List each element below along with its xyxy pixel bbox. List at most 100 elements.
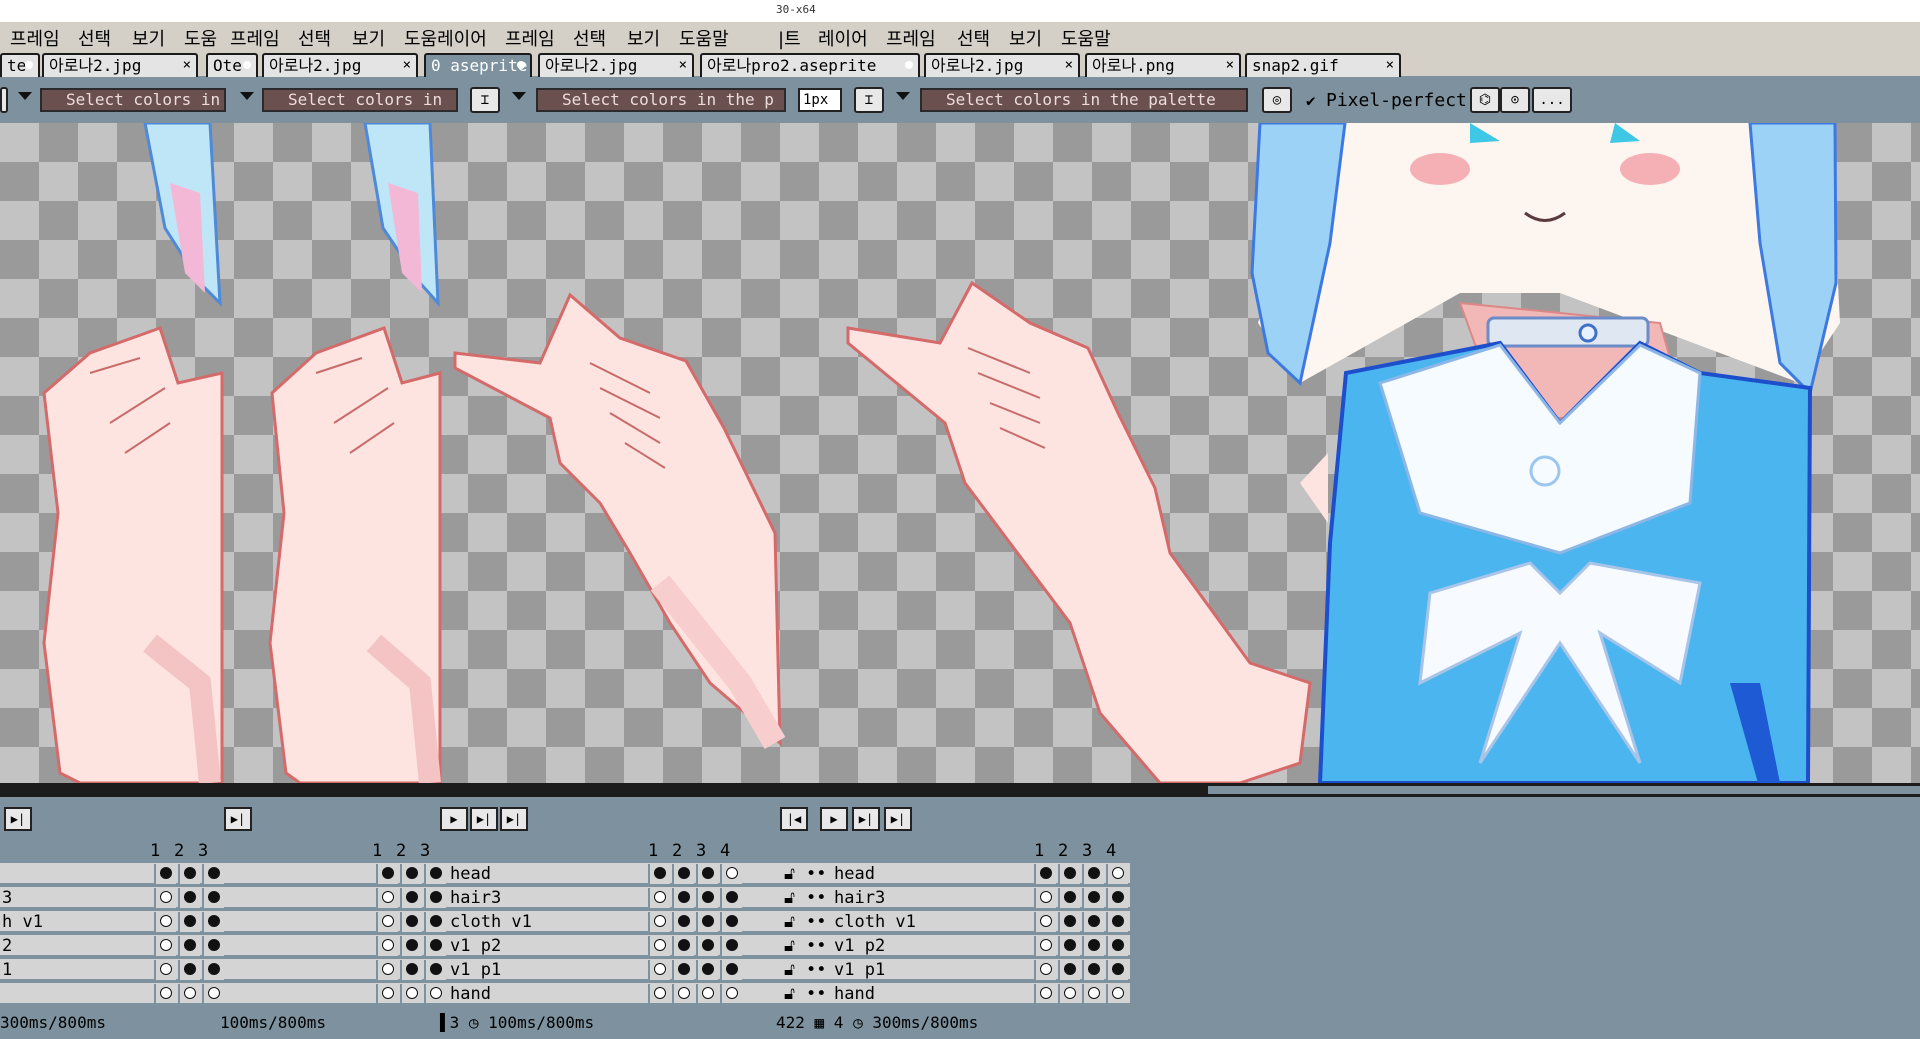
canvas-horizontal-scrollbar[interactable] [0, 783, 1920, 797]
cel-cell[interactable] [376, 960, 398, 980]
frame-number-header[interactable]: 2 [1058, 841, 1068, 861]
lock-icon[interactable]: 🔓︎ [784, 863, 795, 885]
close-icon[interactable]: × [403, 55, 411, 76]
cel-cell[interactable] [376, 912, 398, 932]
cel-cell[interactable] [1106, 936, 1128, 956]
cel-cell[interactable] [672, 936, 694, 956]
cel-cell[interactable] [424, 936, 446, 956]
cel-cell[interactable] [1058, 960, 1080, 980]
toolbar-left-edge-button[interactable] [0, 87, 8, 113]
color-selection-dropdown[interactable]: Select colors in [40, 88, 226, 112]
close-icon[interactable]: × [1226, 55, 1234, 76]
cel-cell[interactable] [1058, 912, 1080, 932]
cel-cell[interactable] [202, 960, 224, 980]
cel-cell[interactable] [178, 864, 200, 884]
cel-cell[interactable] [1034, 984, 1056, 1004]
cel-cell[interactable] [1106, 888, 1128, 908]
stamp-icon[interactable]: ⌶ [854, 87, 884, 113]
close-icon[interactable]: × [1386, 55, 1394, 76]
cel-cell[interactable] [1082, 888, 1104, 908]
cel-cell[interactable] [696, 984, 718, 1004]
color-selection-dropdown[interactable]: Select colors in the palette [920, 88, 1248, 112]
layer-row[interactable]: 2 v1 p2 v1 p2 🔓︎ •• [0, 935, 1130, 957]
cel-cell[interactable] [1106, 984, 1128, 1004]
cel-cell[interactable] [424, 960, 446, 980]
cel-cell[interactable] [376, 984, 398, 1004]
cel-cell[interactable] [1058, 984, 1080, 1004]
menu-item[interactable]: 프레임 [886, 25, 936, 51]
more-options-button[interactable]: ... [1532, 87, 1572, 113]
file-tab[interactable]: 아로나2.jpg × [42, 53, 198, 77]
cel-cell[interactable] [648, 984, 670, 1004]
frame-number-header[interactable]: 4 [1106, 841, 1116, 861]
cel-cell[interactable] [376, 936, 398, 956]
cel-cell[interactable] [376, 888, 398, 908]
cel-cell[interactable] [720, 864, 742, 884]
menu-item[interactable]: 보기 [132, 25, 165, 51]
first-frame-icon[interactable]: |◀ [780, 807, 808, 831]
cel-cell[interactable] [696, 936, 718, 956]
wrap-icon[interactable]: ⊙ [1500, 87, 1530, 113]
symmetry-icon[interactable]: ⌬ [1470, 87, 1500, 113]
menu-item[interactable]: 프레임 [505, 25, 555, 51]
menu-item[interactable]: 프레임 [10, 25, 60, 51]
cel-cell[interactable] [648, 864, 670, 884]
cel-cell[interactable] [672, 864, 694, 884]
cel-cell[interactable] [400, 960, 422, 980]
menu-item[interactable]: 도움말 [679, 25, 729, 51]
menu-item[interactable]: 프레임 [230, 25, 280, 51]
layer-row[interactable]: 1 v1 p1 v1 p1 🔓︎ •• [0, 959, 1130, 981]
cel-cell[interactable] [178, 912, 200, 932]
frame-number-header[interactable]: 2 [174, 841, 184, 861]
cel-cell[interactable] [202, 864, 224, 884]
layer-row[interactable]: head head 🔓︎ •• [0, 863, 1130, 885]
cel-cell[interactable] [202, 888, 224, 908]
next-frame-end-icon[interactable]: ▶| [4, 807, 32, 831]
cel-cell[interactable] [400, 936, 422, 956]
cel-cell[interactable] [154, 960, 176, 980]
menu-item[interactable]: 도움말 [1061, 25, 1111, 51]
close-icon[interactable]: × [183, 55, 191, 76]
close-icon[interactable]: × [679, 55, 687, 76]
file-tab[interactable]: te [0, 53, 40, 77]
frame-number-header[interactable]: 2 [672, 841, 682, 861]
color-selection-dropdown[interactable]: Select colors in the p [536, 88, 786, 112]
chevron-down-icon[interactable] [240, 92, 254, 100]
next-frame-icon[interactable]: ▶| [852, 807, 880, 831]
cel-cell[interactable] [424, 984, 446, 1004]
cel-cell[interactable] [720, 936, 742, 956]
menu-item[interactable]: 선택 [78, 25, 111, 51]
menu-item[interactable]: 도움레이어 [404, 25, 487, 51]
frame-number-header[interactable]: 3 [420, 841, 430, 861]
cel-cell[interactable] [696, 888, 718, 908]
frame-number-header[interactable]: 1 [150, 841, 160, 861]
frame-number-header[interactable]: 1 [648, 841, 658, 861]
chevron-down-icon[interactable] [512, 92, 526, 100]
menu-item[interactable]: |트 [778, 25, 801, 51]
cel-cell[interactable] [400, 864, 422, 884]
cel-cell[interactable] [1082, 936, 1104, 956]
cel-cell[interactable] [1034, 864, 1056, 884]
menu-item[interactable]: 보기 [352, 25, 385, 51]
layer-row[interactable]: h v1 cloth v1 cloth v1 🔓︎ •• [0, 911, 1130, 933]
cel-cell[interactable] [178, 960, 200, 980]
cel-cell[interactable] [648, 912, 670, 932]
cel-cell[interactable] [202, 984, 224, 1004]
cel-cell[interactable] [648, 936, 670, 956]
cel-cell[interactable] [1034, 888, 1056, 908]
cel-cell[interactable] [672, 960, 694, 980]
cel-cell[interactable] [672, 984, 694, 1004]
play-icon[interactable]: ▶ [440, 807, 468, 831]
cel-cell[interactable] [1082, 912, 1104, 932]
frame-number-header[interactable]: 1 [1034, 841, 1044, 861]
cel-cell[interactable] [424, 888, 446, 908]
visibility-icon[interactable]: •• [806, 959, 826, 981]
lock-icon[interactable]: 🔓︎ [784, 887, 795, 909]
lock-icon[interactable]: 🔓︎ [784, 911, 795, 933]
frame-number-header[interactable]: 3 [696, 841, 706, 861]
cel-cell[interactable] [1058, 864, 1080, 884]
menu-item[interactable]: 도움 [184, 25, 217, 51]
cel-cell[interactable] [1106, 864, 1128, 884]
cel-cell[interactable] [178, 936, 200, 956]
lock-icon[interactable]: 🔓︎ [784, 983, 795, 1005]
